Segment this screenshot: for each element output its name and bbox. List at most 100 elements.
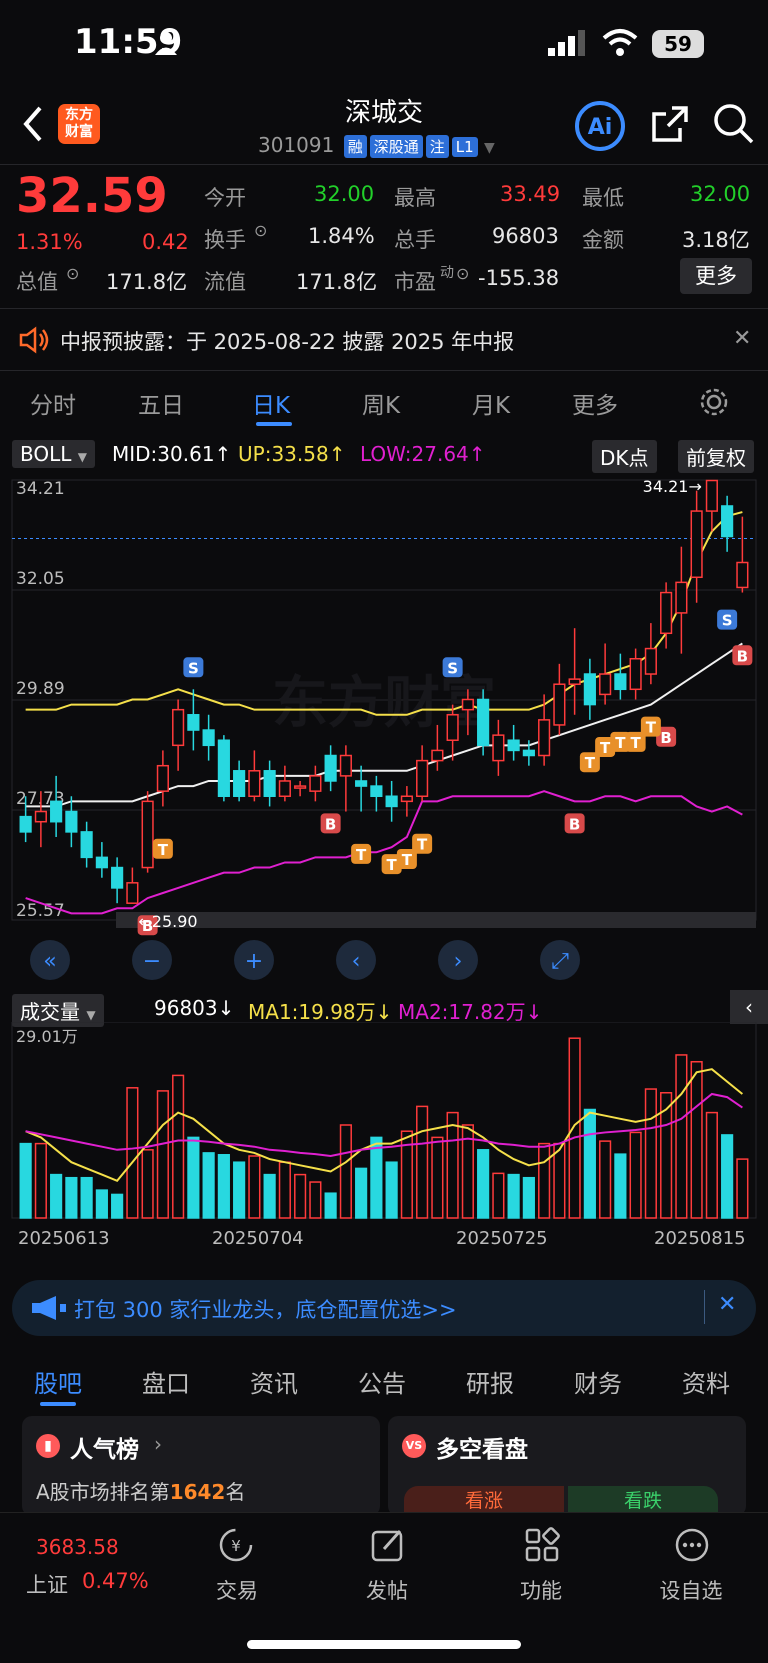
volume-bar — [690, 1061, 703, 1219]
candle-body — [294, 785, 307, 789]
grid-icon[interactable] — [524, 1527, 560, 1563]
stock-code-row: 301091 融深股通注 L1 ▼ — [258, 133, 495, 158]
candle-body — [34, 810, 47, 823]
volume-bar — [126, 1087, 139, 1219]
info-icon[interactable]: ⊙ — [66, 264, 79, 283]
t-signal-label: T — [402, 851, 413, 869]
person-icon — [155, 32, 177, 55]
share-icon[interactable] — [650, 104, 690, 144]
low-label: 最低 — [582, 186, 624, 210]
tab-profile[interactable]: 资料 — [682, 1364, 730, 1399]
nav-functions[interactable]: 功能 — [496, 1575, 586, 1605]
compose-icon[interactable] — [370, 1527, 406, 1563]
low-marker: ←25.90 — [138, 912, 197, 931]
volume-bar — [111, 1193, 124, 1219]
indicator-select[interactable]: BOLL ▼ — [12, 440, 95, 468]
nav-add-watchlist[interactable]: 设自选 — [646, 1575, 736, 1605]
adjust-button[interactable]: 前复权 — [678, 440, 754, 473]
volume-bar — [492, 1172, 505, 1219]
volume-bar — [19, 1142, 32, 1219]
zoom-out-icon-glyph: − — [143, 949, 161, 974]
support-band — [116, 912, 756, 928]
tab-more[interactable]: 更多 — [572, 386, 618, 420]
index-change[interactable]: 0.47% — [82, 1569, 149, 1593]
amount-label: 金额 — [582, 228, 624, 252]
search-icon[interactable] — [712, 102, 754, 144]
volume-bar — [446, 1111, 459, 1219]
tab-news[interactable]: 资讯 — [250, 1364, 298, 1399]
sell-signal-label: S — [447, 659, 458, 677]
volume-ma1: MA1:19.98万↓ — [248, 1000, 393, 1024]
home-indicator[interactable] — [247, 1640, 521, 1649]
info-icon[interactable]: ⊙ — [456, 264, 469, 283]
candle-body — [263, 770, 276, 798]
tab-guba[interactable]: 股吧 — [34, 1364, 82, 1399]
popularity-card[interactable]: ▮ 人气榜 › A股市场排名第1642名 — [22, 1416, 380, 1516]
float-label: 流值 — [204, 270, 246, 294]
volume-bar — [705, 1111, 718, 1219]
notice-text[interactable]: 中报预披露：于 2025-08-22 披露 2025 年中报 — [60, 326, 514, 356]
nav-trade[interactable]: 交易 — [192, 1575, 282, 1605]
ranking-icon: ▮ — [36, 1434, 60, 1458]
boll-low: LOW:27.64↑ — [360, 442, 486, 466]
volume-bar — [324, 1192, 337, 1219]
status-bar: 11:59 59 — [0, 0, 768, 90]
tab-announcement[interactable]: 公告 — [358, 1364, 406, 1399]
bull-bear-card[interactable]: VS 多空看盘 看涨 看跌 — [388, 1416, 746, 1516]
volume-chart[interactable]: 29.01万 20250613 20250704 20250725 20250815 — [0, 1022, 768, 1262]
date-tick-label: 20250815 — [654, 1228, 746, 1249]
price-tick-label: 34.21 — [16, 479, 65, 499]
volume-bar — [675, 1054, 688, 1219]
high-value: 33.49 — [500, 182, 561, 206]
ai-icon[interactable]: Ai — [574, 100, 626, 152]
tab-finance[interactable]: 财务 — [574, 1364, 622, 1399]
candle-body — [690, 510, 703, 579]
tab-intraday[interactable]: 分时 — [30, 386, 76, 420]
svg-text:¥: ¥ — [231, 1537, 241, 1555]
candle-body — [583, 673, 596, 706]
candle-body — [477, 698, 490, 747]
settings-gear-icon[interactable] — [700, 388, 728, 416]
tab-monthly-k[interactable]: 月K — [472, 386, 510, 420]
date-tick-label: 20250704 — [212, 1228, 304, 1249]
volume-bar — [644, 1088, 657, 1219]
t-signal-label: T — [387, 856, 398, 874]
candle-body — [156, 764, 169, 792]
candle-body — [370, 785, 383, 798]
vs-icon: VS — [402, 1434, 426, 1458]
k-line-chart[interactable]: 东方财富34.2132.0529.8927.7325.57BSSBBSBBTTT… — [0, 472, 768, 992]
ad-banner[interactable]: 打包 300 家行业龙头，底仓配置优选>> ✕ — [12, 1280, 756, 1336]
candle-body — [111, 866, 124, 889]
candle-body — [141, 800, 154, 869]
close-icon[interactable]: ✕ — [733, 326, 751, 351]
active-tab-indicator — [256, 422, 292, 426]
bull-bear-title: 多空看盘 — [436, 1437, 528, 1463]
candle-body — [324, 754, 337, 782]
candle-body — [95, 856, 108, 869]
candle-body — [172, 708, 185, 747]
collapse-icon[interactable]: ‹ — [730, 990, 768, 1024]
tab-five-day[interactable]: 五日 — [138, 386, 184, 420]
more-button[interactable]: 更多 — [680, 258, 752, 294]
close-icon[interactable]: ✕ — [718, 1292, 736, 1317]
buy-signal-label: B — [569, 815, 580, 833]
turnover-value: 1.84% — [308, 224, 375, 248]
index-name[interactable]: 上证 — [26, 1569, 68, 1599]
price-tick-label: 32.05 — [16, 569, 65, 589]
tag-margin: 融 — [343, 135, 367, 158]
info-icon[interactable]: ⊙ — [254, 221, 267, 240]
tab-pankou[interactable]: 盘口 — [142, 1364, 190, 1399]
volume-bar — [172, 1074, 185, 1219]
index-value[interactable]: 3683.58 — [36, 1535, 119, 1559]
dk-point-button[interactable]: DK点 — [592, 440, 657, 473]
trade-icon[interactable]: ¥ — [218, 1527, 254, 1563]
chevron-down-icon[interactable]: ▼ — [484, 140, 495, 156]
volume-bar — [736, 1158, 749, 1219]
tab-weekly-k[interactable]: 周K — [362, 386, 400, 420]
volume-bar — [568, 1037, 581, 1219]
volume-bar — [355, 1167, 368, 1219]
nav-post[interactable]: 发帖 — [342, 1575, 432, 1605]
more-dots-icon[interactable] — [674, 1527, 710, 1563]
tab-research[interactable]: 研报 — [466, 1364, 514, 1399]
tab-daily-k[interactable]: 日K — [252, 386, 290, 420]
